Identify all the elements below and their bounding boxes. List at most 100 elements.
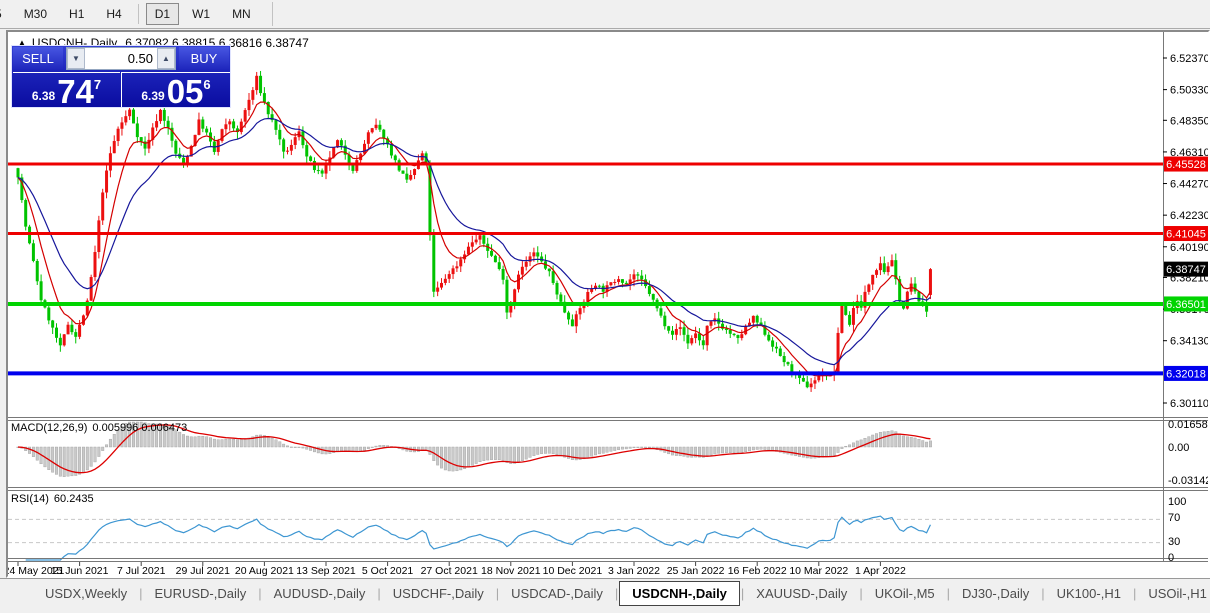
candle-body (767, 335, 770, 341)
timeframe-button-M30[interactable]: M30 (15, 3, 56, 25)
macd-histogram-bar (275, 440, 278, 447)
macd-histogram-bar (691, 447, 694, 457)
candle-body (740, 334, 743, 338)
candle-body (914, 284, 917, 292)
tab-dj30-daily[interactable]: DJ30-,Daily (951, 583, 1040, 604)
tab-audusd-daily[interactable]: AUDUSD-,Daily (263, 583, 377, 604)
macd-histogram-bar (914, 438, 917, 447)
tab-eurusd-daily[interactable]: EURUSD-,Daily (144, 583, 258, 604)
price-axis-label: 6.42230 (1170, 210, 1208, 222)
macd-histogram-bar (556, 447, 559, 455)
timeframe-button-H4[interactable]: H4 (97, 3, 130, 25)
macd-histogram-bar (456, 447, 459, 471)
candle-body (806, 382, 809, 388)
candle-body (663, 316, 666, 327)
macd-histogram-bar (375, 446, 378, 447)
volume-increase-button[interactable]: ▲ (157, 48, 175, 69)
macd-histogram-bar (537, 447, 540, 454)
candle-body (436, 288, 439, 292)
moving-averages-layer (18, 102, 930, 376)
tab-usdcnh-daily[interactable]: USDCNH-,Daily (619, 581, 740, 606)
toolbar-separator (272, 2, 273, 26)
sell-price[interactable]: 6.38 74 7 (13, 72, 120, 107)
tab-uk100-h1[interactable]: UK100-,H1 (1046, 583, 1132, 604)
rsi-value: 60.2435 (54, 493, 94, 505)
macd-histogram-bar (232, 439, 235, 447)
buy-button[interactable]: BUY (179, 47, 229, 69)
price-axis-label: 6.50330 (1170, 85, 1208, 97)
macd-histogram-bar (910, 437, 913, 447)
buy-price[interactable]: 6.39 05 6 (121, 72, 230, 107)
timeframe-button-5[interactable]: 5 (0, 3, 11, 25)
timeframe-button-H1[interactable]: H1 (60, 3, 93, 25)
candle-body (787, 362, 790, 364)
macd-histogram-bar (906, 437, 909, 447)
macd-histogram-bar (825, 447, 828, 457)
macd-histogram-bar (329, 447, 332, 454)
sell-button[interactable]: SELL (13, 47, 63, 69)
macd-histogram-bar (59, 447, 62, 476)
candle-body (575, 314, 578, 326)
tab-usoil-h1[interactable]: USOil-,H1 (1137, 583, 1210, 604)
chart-canvas[interactable]: 6.523706.503306.483506.463106.442706.422… (8, 32, 1208, 576)
sell-price-small: 6.38 (32, 89, 55, 103)
candle-body (686, 335, 689, 344)
tab-xauusd-daily[interactable]: XAUUSD-,Daily (745, 583, 858, 604)
candle-body (702, 340, 705, 345)
macd-histogram-bar (98, 447, 101, 457)
tab-usdcad-daily[interactable]: USDCAD-,Daily (500, 583, 614, 604)
macd-histogram-bar (178, 432, 181, 447)
tab-usdchf-daily[interactable]: USDCHF-,Daily (382, 583, 495, 604)
candle-body (382, 130, 385, 139)
candle-body (128, 110, 131, 117)
macd-axis-label: -0.031421 (1168, 475, 1208, 487)
candle-body (70, 325, 73, 332)
macd-histogram-bar (806, 447, 809, 458)
macd-histogram-bar (286, 446, 289, 447)
candle-body (317, 170, 320, 171)
level-price-badge[interactable]: 6.45528 (1166, 159, 1206, 171)
candle-body (729, 330, 732, 334)
timeframe-button-MN[interactable]: MN (223, 3, 260, 25)
macd-histogram-bar (768, 447, 771, 450)
candle-body (224, 124, 227, 129)
level-price-badge[interactable]: 6.32018 (1166, 368, 1206, 380)
macd-histogram-bar (544, 447, 547, 453)
macd-histogram-bar (756, 447, 759, 449)
macd-histogram-bar (494, 447, 497, 460)
macd-histogram-bar (267, 437, 270, 447)
macd-histogram-bar (798, 447, 801, 457)
macd-histogram-bar (367, 447, 370, 449)
volume-input[interactable]: 0.50 (85, 48, 157, 69)
macd-histogram-bar (463, 447, 466, 469)
macd-histogram-bar (513, 447, 516, 463)
macd-histogram-bar (78, 447, 81, 474)
timeframe-button-D1[interactable]: D1 (146, 3, 179, 25)
candle-body (556, 283, 559, 295)
candle-body (448, 274, 451, 279)
macd-histogram-bar (845, 446, 848, 447)
macd-histogram-bar (90, 447, 93, 466)
tab-usdx-weekly[interactable]: USDX,Weekly (34, 583, 138, 604)
macd-histogram-bar (602, 447, 605, 453)
candle-body (752, 316, 755, 323)
date-label: 1 Apr 2022 (855, 565, 906, 576)
candle-body (929, 269, 932, 295)
macd-histogram-bar (502, 447, 505, 460)
level-price-badge[interactable]: 6.41045 (1166, 229, 1206, 241)
macd-histogram-bar (279, 442, 282, 447)
timeframe-button-W1[interactable]: W1 (183, 3, 219, 25)
buy-price-sup: 6 (203, 77, 210, 92)
candle-body (90, 277, 93, 301)
volume-decrease-button[interactable]: ▼ (67, 48, 85, 69)
candle-body (879, 263, 882, 270)
macd-histogram-bar (587, 447, 590, 458)
candle-body (694, 333, 697, 338)
macd-histogram-bar (32, 447, 35, 457)
macd-histogram-bar (560, 447, 563, 456)
tab-ukoil-m5[interactable]: UKOil-,M5 (864, 583, 946, 604)
level-price-badge[interactable]: 6.36501 (1166, 299, 1206, 311)
candle-body (378, 125, 381, 130)
price-axis-label: 6.40190 (1170, 242, 1208, 254)
candle-body (244, 110, 247, 122)
